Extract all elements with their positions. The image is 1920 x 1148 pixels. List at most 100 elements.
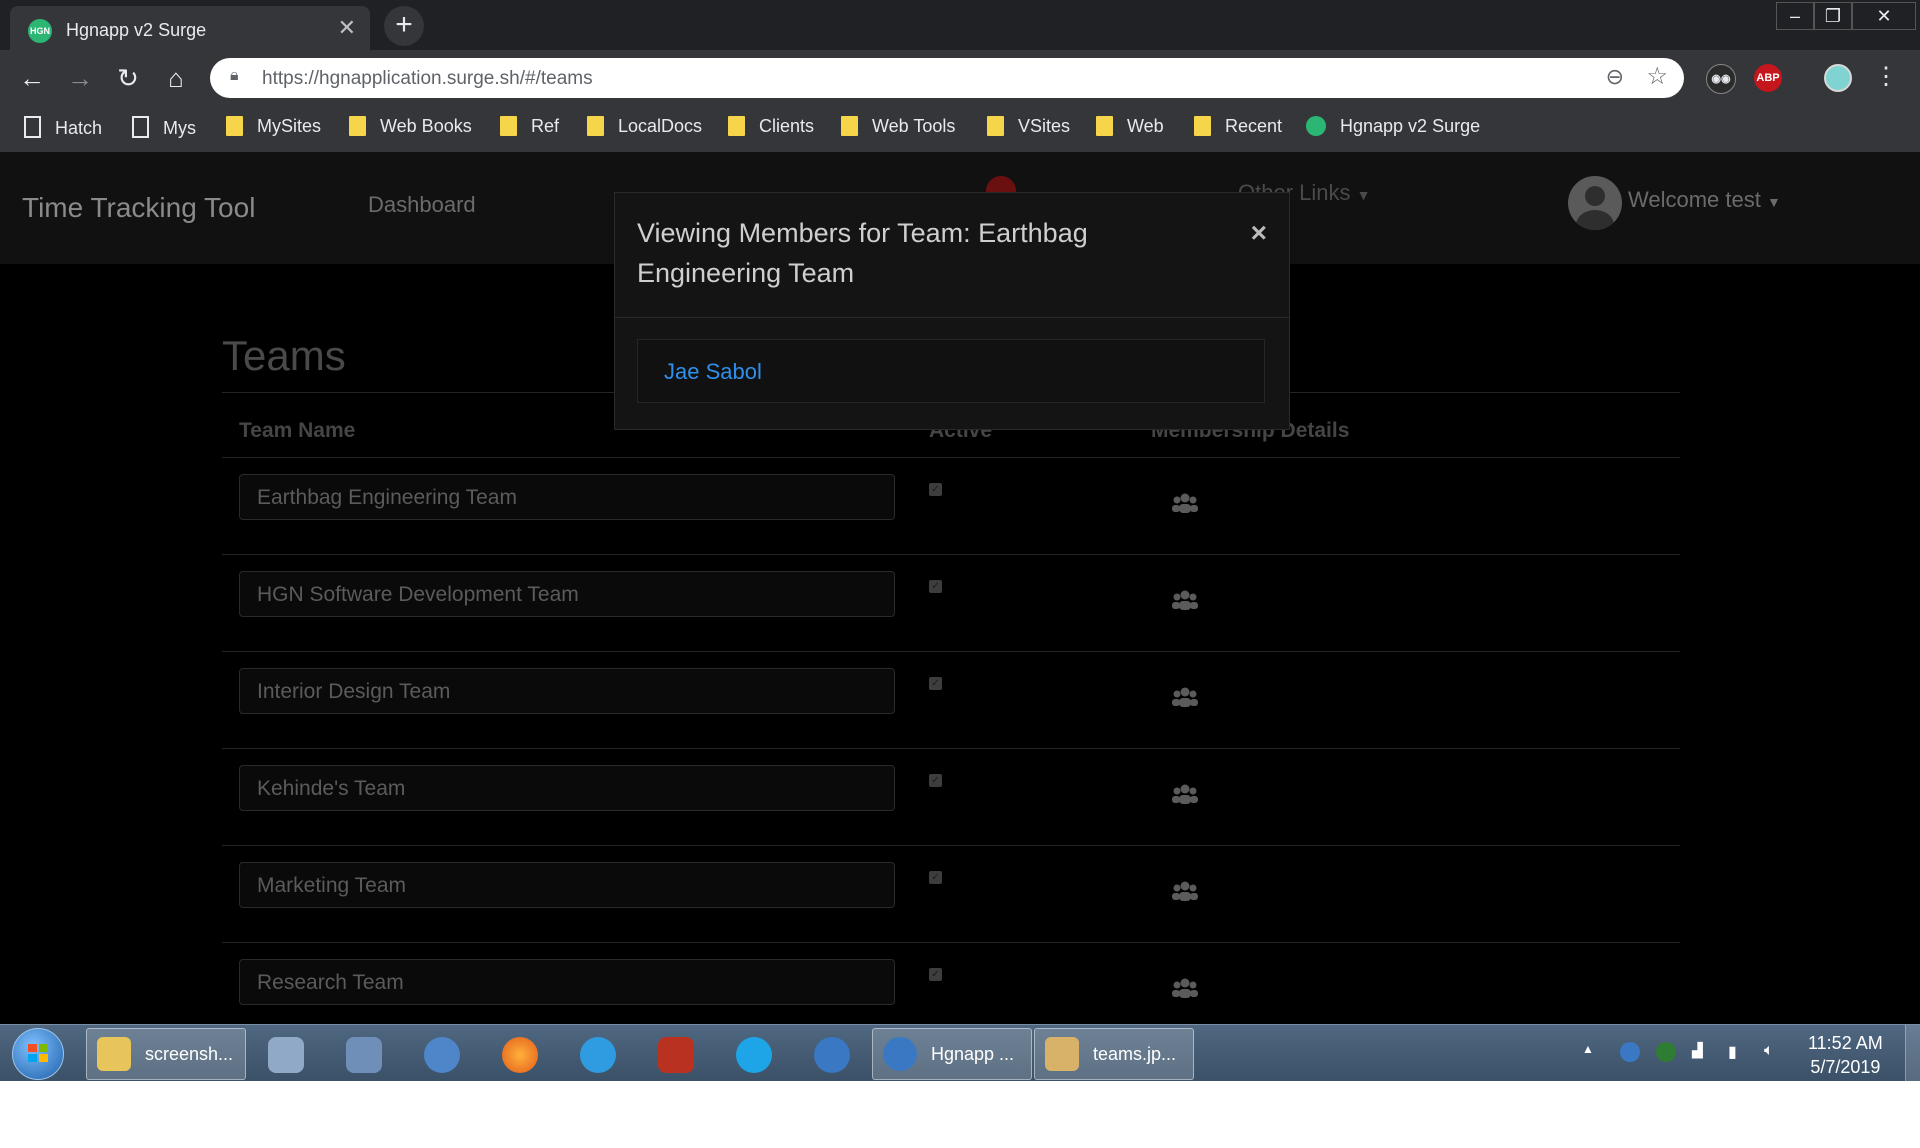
bookmark-folder[interactable]: Web (1096, 116, 1164, 137)
tray-expand-icon[interactable]: ▲ (1582, 1042, 1602, 1062)
tray-security-icon[interactable] (1656, 1042, 1676, 1062)
folder-icon (1096, 116, 1113, 136)
table-row: Marketing Team ✓ (222, 845, 1680, 943)
taskbar-pinned-app[interactable] (406, 1029, 478, 1077)
team-name-input[interactable]: Kehinde's Team (239, 765, 895, 811)
taskbar-pinned-app[interactable] (484, 1029, 556, 1077)
column-header-team-name: Team Name (239, 419, 356, 442)
bookmark-item[interactable]: Hatch (24, 116, 102, 139)
forward-icon[interactable]: → (64, 62, 96, 94)
taskbar-pinned-app[interactable] (796, 1029, 868, 1077)
home-icon[interactable]: ⌂ (160, 62, 192, 94)
taskbar-pinned-app[interactable] (562, 1029, 634, 1077)
tab-close-icon[interactable]: ✕ (338, 15, 356, 41)
members-icon[interactable] (1172, 781, 1198, 807)
active-checkbox[interactable]: ✓ (929, 774, 942, 787)
back-icon[interactable]: ← (16, 62, 48, 94)
battery-icon[interactable]: ▮ (1728, 1042, 1748, 1062)
team-name-input[interactable]: Earthbag Engineering Team (239, 474, 895, 520)
modal-close-icon[interactable]: × (1251, 217, 1267, 249)
bookmark-folder[interactable]: Clients (728, 116, 814, 137)
table-row: Research Team ✓ (222, 942, 1680, 1024)
folder-icon (587, 116, 604, 136)
avatar-head (1585, 186, 1605, 206)
taskbar-pinned-app[interactable] (250, 1029, 322, 1077)
profile-avatar-icon[interactable] (1824, 64, 1852, 92)
welcome-label: Welcome test (1628, 187, 1761, 212)
bookmark-folder[interactable]: Recent (1194, 116, 1282, 137)
bookmark-label: LocalDocs (618, 116, 703, 136)
mail-icon (424, 1037, 460, 1073)
new-tab-button[interactable]: + (384, 6, 424, 46)
computer-icon (268, 1037, 304, 1073)
browser-icon (883, 1037, 917, 1071)
bookmark-label: Hatch (55, 118, 103, 138)
folder-icon (1194, 116, 1211, 136)
active-checkbox[interactable]: ✓ (929, 580, 942, 593)
network-signal-icon[interactable]: ▟ (1692, 1042, 1712, 1062)
bookmark-folder[interactable]: Web Books (349, 116, 472, 137)
team-name-input[interactable]: Research Team (239, 959, 895, 1005)
members-icon[interactable] (1172, 878, 1198, 904)
bookmark-folder[interactable]: VSites (987, 116, 1070, 137)
bookmark-item[interactable]: Hgnapp v2 Surge (1306, 116, 1480, 137)
folder-icon (728, 116, 745, 136)
active-checkbox[interactable]: ✓ (929, 871, 942, 884)
bookmark-folder[interactable]: Ref (500, 116, 559, 137)
bookmark-label: VSites (1018, 116, 1071, 136)
table-row: HGN Software Development Team ✓ (222, 554, 1680, 652)
taskbar-window-browser[interactable]: Hgnapp ... (872, 1028, 1032, 1080)
active-checkbox[interactable]: ✓ (929, 483, 942, 496)
start-button[interactable] (12, 1028, 64, 1080)
bookmark-folder[interactable]: MySites (226, 116, 321, 137)
zoom-icon[interactable]: ⊖ (1606, 64, 1624, 90)
team-name-input[interactable]: Interior Design Team (239, 668, 895, 714)
tray-app-icon[interactable] (1620, 1042, 1640, 1062)
active-checkbox[interactable]: ✓ (929, 968, 942, 981)
taskbar-clock[interactable]: 11:52 AM 5/7/2019 (1808, 1031, 1883, 1079)
avatar[interactable] (1568, 176, 1622, 230)
restore-window-button[interactable]: ❐ (1814, 2, 1852, 30)
members-icon[interactable] (1172, 975, 1198, 1001)
address-bar[interactable]: 🔒︎ https://hgnapplication.surge.sh/#/tea… (210, 58, 1684, 98)
browser-tab[interactable]: HGN Hgnapp v2 Surge ✕ (10, 6, 370, 50)
taskbar-pinned-app[interactable] (640, 1029, 712, 1077)
volume-icon[interactable]: 🔈︎ (1764, 1042, 1784, 1062)
clock-date: 5/7/2019 (1810, 1057, 1881, 1077)
reload-icon[interactable]: ↻ (112, 62, 144, 94)
minimize-window-button[interactable]: – (1776, 2, 1814, 30)
adblock-plus-icon[interactable]: ABP (1754, 64, 1782, 92)
taskbar-pinned-app[interactable] (328, 1029, 400, 1077)
paint-icon (1045, 1037, 1079, 1071)
nav-dashboard-link[interactable]: Dashboard (368, 192, 476, 218)
taskbar-window-explorer[interactable]: screensh... (86, 1028, 246, 1080)
modal-title: Viewing Members for Team: Earthbag Engin… (637, 218, 1088, 288)
members-icon[interactable] (1172, 490, 1198, 516)
bookmark-item[interactable]: Mys (132, 116, 196, 139)
members-icon[interactable] (1172, 684, 1198, 710)
caret-down-icon: ▼ (1766, 194, 1781, 210)
windows-taskbar: screensh... Hgnapp ... teams.jp... ▲ ▟ ▮… (0, 1024, 1920, 1081)
member-link[interactable]: Jae Sabol (664, 359, 762, 385)
browser-menu-icon[interactable]: ⋮ (1874, 62, 1898, 91)
filezilla-icon (658, 1037, 694, 1073)
members-icon[interactable] (1172, 587, 1198, 613)
close-window-button[interactable]: ✕ (1852, 2, 1916, 30)
url-text: https://hgnapplication.surge.sh/#/teams (262, 68, 593, 89)
extension-spy-icon[interactable]: ◉◉ (1706, 64, 1736, 94)
active-checkbox[interactable]: ✓ (929, 677, 942, 690)
show-desktop-button[interactable] (1905, 1025, 1920, 1081)
taskbar-pinned-app[interactable] (718, 1029, 790, 1077)
windows-logo-icon (28, 1044, 48, 1062)
bookmark-star-icon[interactable]: ☆ (1646, 62, 1668, 91)
bookmark-folder[interactable]: LocalDocs (587, 116, 702, 137)
folder-icon (349, 116, 366, 136)
app-brand[interactable]: Time Tracking Tool (22, 192, 255, 224)
lock-icon: 🔒︎ (230, 67, 239, 84)
bookmark-folder[interactable]: Web Tools (841, 116, 955, 137)
table-row: Earthbag Engineering Team ✓ (222, 457, 1680, 555)
user-menu-dropdown[interactable]: Welcome test ▼ (1628, 187, 1781, 213)
team-name-input[interactable]: HGN Software Development Team (239, 571, 895, 617)
taskbar-window-paint[interactable]: teams.jp... (1034, 1028, 1194, 1080)
team-name-input[interactable]: Marketing Team (239, 862, 895, 908)
